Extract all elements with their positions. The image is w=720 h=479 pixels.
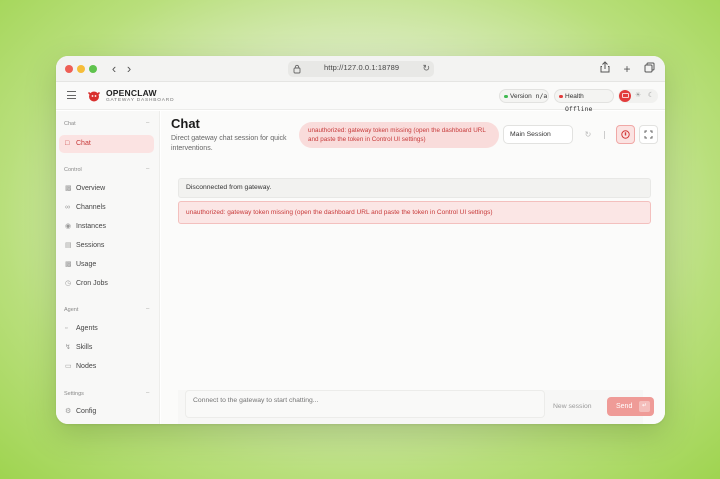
chat-input[interactable] (185, 390, 545, 418)
reload-icon[interactable]: ↻ (422, 63, 430, 74)
section-label-settings: Settings (64, 391, 84, 397)
version-badge: Version n/a (499, 89, 549, 103)
sidebar-item-channels[interactable]: ∞ Channels (59, 199, 154, 217)
sidebar-item-config[interactable]: ⚙ Config (59, 403, 154, 421)
sidebar-item-label: Usage (76, 261, 97, 268)
link-icon: ∞ (65, 204, 70, 211)
openclaw-logo (88, 91, 100, 102)
chat-bubble-icon: □ (65, 140, 70, 147)
page-subtitle: Direct gateway chat session for quick in… (171, 135, 287, 152)
browser-toolbar: ‹ › http://127.0.0.1:18789 ↻ + (56, 56, 665, 82)
address-bar[interactable]: http://127.0.0.1:18789 ↻ (288, 61, 434, 77)
sidebar-item-label: Instances (76, 223, 106, 230)
minimize-window-button[interactable] (77, 65, 85, 73)
sun-icon[interactable]: ☀ (632, 90, 644, 102)
monitor-icon: ▭ (65, 363, 72, 370)
focus-mode-button[interactable] (616, 125, 635, 144)
health-badge: Health Offline (554, 89, 614, 113)
sidebar-item-label: Config (76, 408, 97, 415)
tabs-overview-icon[interactable] (641, 60, 657, 78)
session-select[interactable]: Main Session (503, 125, 573, 144)
sidebar-item-overview[interactable]: ▩ Overview (59, 180, 154, 198)
expand-button[interactable] (639, 125, 658, 144)
collapse-icon[interactable]: – (146, 166, 149, 172)
send-button[interactable]: Send ↵ (607, 397, 654, 416)
disconnected-notice: Disconnected from gateway. (178, 178, 651, 198)
radio-icon: ◉ (65, 223, 72, 230)
main-content: Chat Direct gateway chat session for qui… (161, 111, 665, 424)
forward-icon[interactable]: › (122, 61, 136, 77)
url-text: http://127.0.0.1:18789 (324, 63, 400, 72)
page-title: Chat (171, 116, 200, 131)
expand-icon (644, 130, 653, 139)
lock-icon (293, 64, 301, 74)
status-dot (559, 94, 563, 98)
sidebar-item-usage[interactable]: ▩ Usage (59, 256, 154, 274)
moon-icon[interactable]: ☾ (645, 90, 657, 102)
collapse-icon[interactable]: – (146, 390, 149, 396)
section-label-agent: Agent (64, 307, 79, 313)
sidebar-item-label: Sessions (76, 242, 105, 249)
sidebar-item-agents[interactable]: ▫ Agents (59, 320, 154, 338)
version-value: n/a (535, 92, 548, 100)
brand-subtitle: GATEWAY DASHBOARD (106, 98, 175, 103)
send-label: Send (616, 403, 633, 410)
clock-icon: ◷ (65, 280, 72, 287)
sidebar-item-chat[interactable]: □ Chat (59, 135, 154, 153)
sidebar-item-sessions[interactable]: ▤ Sessions (59, 237, 154, 255)
browser-window: ‹ › http://127.0.0.1:18789 ↻ + OPENCLAW … (56, 56, 665, 424)
sidebar-item-label: Channels (76, 204, 106, 211)
bar-chart-icon: ▩ (65, 261, 72, 268)
sidebar-item-label: Overview (76, 185, 106, 192)
sidebar: Chat – □ Chat Control – ▩ Overview ∞ Cha… (56, 111, 160, 424)
sidebar-item-label: Nodes (76, 363, 97, 370)
sidebar-item-label: Skills (76, 344, 93, 351)
compose-area: New session Send ↵ (178, 390, 654, 424)
sidebar-item-label: Cron Jobs (76, 280, 108, 287)
sidebar-item-nodes[interactable]: ▭ Nodes (59, 358, 154, 376)
health-label: Health (565, 93, 584, 100)
status-dot (504, 94, 508, 98)
lightning-icon: ↯ (65, 344, 71, 351)
collapse-icon[interactable]: – (146, 306, 149, 312)
section-label-chat: Chat (64, 121, 76, 127)
bar-chart-icon: ▩ (65, 185, 72, 192)
new-session-button[interactable]: New session (553, 403, 592, 410)
error-banner: unauthorized: gateway token missing (ope… (299, 122, 499, 148)
close-window-button[interactable] (65, 65, 73, 73)
version-label: Version (510, 93, 532, 100)
document-icon: ▤ (65, 242, 72, 249)
section-label-control: Control (64, 167, 82, 173)
share-icon[interactable] (597, 60, 613, 78)
brand-name: OPENCLAW (106, 88, 157, 98)
sidebar-item-label: Chat (76, 140, 91, 147)
app-header: OPENCLAW GATEWAY DASHBOARD Version n/a H… (56, 82, 665, 113)
sidebar-item-label: Agents (76, 325, 98, 332)
sidebar-item-cron-jobs[interactable]: ◷ Cron Jobs (59, 275, 154, 293)
collapse-icon[interactable]: – (146, 120, 149, 126)
theme-switcher: ☀ ☾ (618, 89, 658, 103)
zoom-window-button[interactable] (89, 65, 97, 73)
refresh-icon[interactable]: ↻ (579, 125, 597, 144)
sidebar-item-skills[interactable]: ↯ Skills (59, 339, 154, 357)
new-tab-icon[interactable]: + (619, 60, 635, 78)
divider (604, 131, 605, 139)
folder-icon: ▫ (65, 325, 68, 332)
system-theme-icon[interactable] (619, 90, 631, 102)
gear-icon: ⚙ (65, 408, 72, 415)
sidebar-item-instances[interactable]: ◉ Instances (59, 218, 154, 236)
enter-key-icon: ↵ (639, 401, 650, 412)
error-message: unauthorized: gateway token missing (ope… (178, 201, 651, 224)
menu-icon[interactable] (67, 91, 76, 99)
back-icon[interactable]: ‹ (107, 61, 121, 77)
focus-icon (621, 130, 630, 139)
